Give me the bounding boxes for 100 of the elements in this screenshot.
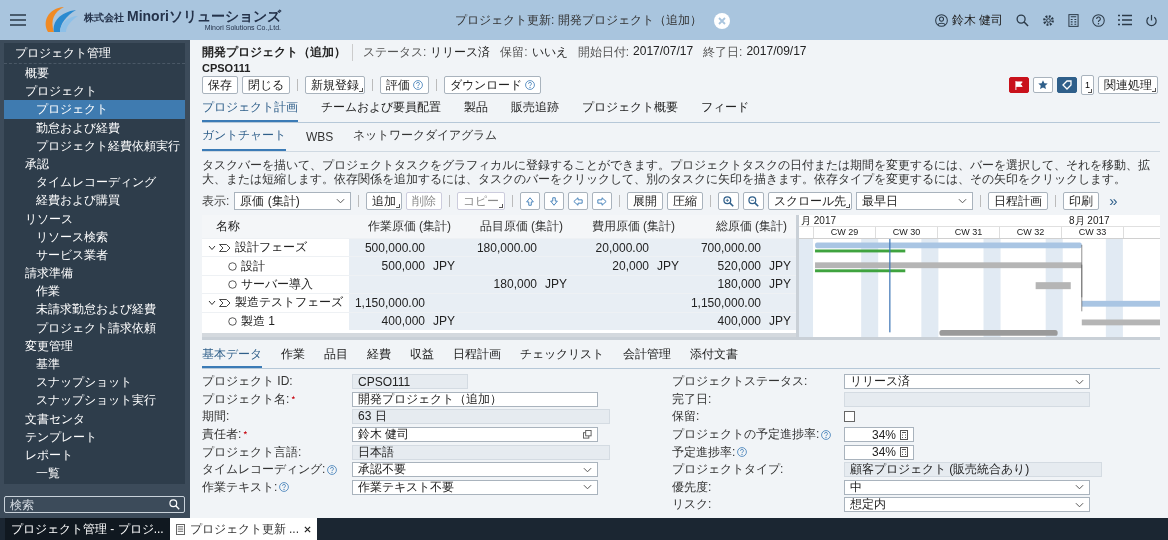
tab[interactable]: 経費 bbox=[367, 346, 391, 368]
gantt-drawing[interactable] bbox=[799, 239, 1160, 337]
user-name[interactable]: 鈴木 健司 bbox=[951, 11, 1003, 29]
select-field[interactable]: リリース済 bbox=[844, 374, 1090, 390]
search-field[interactable]: 検索 bbox=[4, 496, 185, 513]
toolbar-button[interactable]: 日程計画 bbox=[988, 192, 1049, 210]
sidebar-item[interactable]: スナップショット実行 bbox=[4, 391, 185, 410]
tab[interactable]: 収益 bbox=[410, 346, 434, 368]
tab[interactable]: 会計管理 bbox=[623, 346, 671, 368]
sub-tab[interactable]: WBS bbox=[306, 130, 334, 151]
taskbar-tab[interactable]: プロジェクト更新 ... bbox=[169, 518, 317, 540]
sidebar-item[interactable]: 経費および購買 bbox=[4, 191, 185, 210]
taskbar-tab[interactable]: プロジェクト管理 - プロジ... bbox=[5, 518, 170, 540]
zoom-in-button[interactable] bbox=[718, 192, 740, 210]
task-name[interactable]: 製造テストフェーズ bbox=[235, 294, 343, 312]
tab[interactable]: 販売追跡 bbox=[511, 99, 559, 122]
sidebar-item[interactable]: テンプレート bbox=[4, 427, 185, 446]
sidebar-item[interactable]: 概要 bbox=[4, 64, 185, 83]
sidebar-item[interactable]: リソース検索 bbox=[4, 227, 185, 246]
sidebar-item[interactable]: 勤怠および経費 bbox=[4, 118, 185, 137]
sidebar-item[interactable]: プロジェクト bbox=[4, 100, 185, 119]
sidebar-item[interactable]: スナップショット bbox=[4, 373, 185, 392]
select-field[interactable]: 中 bbox=[844, 479, 1090, 495]
help-icon[interactable] bbox=[327, 464, 338, 475]
help-icon[interactable] bbox=[413, 80, 423, 90]
task-name[interactable]: 設計フェーズ bbox=[235, 239, 307, 257]
sidebar-item[interactable]: プロジェクト経費依頼実行 bbox=[4, 136, 185, 155]
flag-button[interactable] bbox=[1009, 77, 1029, 93]
search-icon[interactable] bbox=[169, 499, 180, 510]
tab[interactable]: 日程計画 bbox=[453, 346, 501, 368]
calculator-icon[interactable] bbox=[1068, 13, 1079, 27]
view-dropdown[interactable]: 原価 (集計) bbox=[234, 192, 352, 210]
action-button[interactable]: 評価 bbox=[380, 76, 429, 94]
tab[interactable]: チームおよび要員配置 bbox=[321, 99, 441, 122]
toolbar-button[interactable]: 印刷 bbox=[1063, 192, 1100, 210]
sub-tab[interactable]: ネットワークダイアグラム bbox=[353, 127, 498, 151]
table-row[interactable]: 設計 500,000 JPY 20,000 JPY 520,000 JPY bbox=[202, 256, 796, 275]
toolbar-button[interactable]: スクロール先 bbox=[768, 192, 853, 210]
date-dropdown[interactable]: 最早日 bbox=[856, 192, 974, 210]
table-row[interactable]: 設計フェーズ 500,000.00 180,000.00 20,000.00 700,000.00 bbox=[202, 238, 796, 257]
menu-icon[interactable] bbox=[10, 14, 26, 26]
sidebar-item[interactable]: 承認 bbox=[4, 154, 185, 174]
tab[interactable]: フィード bbox=[701, 99, 749, 122]
toolbar-button[interactable]: 圧縮 bbox=[667, 192, 704, 210]
help-icon[interactable] bbox=[279, 482, 290, 493]
percent-field[interactable]: 34% bbox=[844, 427, 914, 443]
sidebar-item[interactable]: プロジェクト bbox=[4, 82, 185, 101]
sidebar-item[interactable]: 未請求勤怠および経費 bbox=[4, 300, 185, 319]
overlapping-squares-icon[interactable] bbox=[583, 430, 592, 440]
settings-icon[interactable] bbox=[1042, 13, 1055, 27]
select-field[interactable]: 作業テキスト不要 bbox=[352, 479, 598, 495]
sidebar-item[interactable]: 基準 bbox=[4, 355, 185, 374]
action-button[interactable]: 保存 bbox=[202, 76, 238, 94]
action-button[interactable]: ダウンロード bbox=[444, 76, 541, 94]
sidebar-item[interactable]: サービス業者 bbox=[4, 245, 185, 265]
search-icon[interactable] bbox=[1016, 13, 1029, 27]
related-button[interactable]: 関連処理 bbox=[1098, 76, 1158, 94]
sidebar-item[interactable]: レポート bbox=[4, 445, 185, 465]
tab[interactable]: 品目 bbox=[324, 346, 348, 368]
tab[interactable]: プロジェクト計画 bbox=[202, 99, 298, 122]
lookup-field[interactable]: 鈴木 健司 bbox=[352, 427, 598, 443]
select-field[interactable]: 承認不要 bbox=[352, 462, 598, 478]
sidebar-item[interactable]: 請求準備 bbox=[4, 264, 185, 283]
task-name[interactable]: サーバー導入 bbox=[241, 275, 313, 293]
sidebar-item[interactable]: 作業 bbox=[4, 282, 185, 301]
up-arrow-button[interactable] bbox=[520, 192, 541, 210]
tag-button[interactable] bbox=[1057, 77, 1077, 93]
action-button[interactable]: 新規登録 bbox=[305, 76, 365, 94]
sidebar-item[interactable]: 変更管理 bbox=[4, 336, 185, 355]
user-icon[interactable] bbox=[934, 13, 948, 27]
more-button[interactable]: » bbox=[1109, 194, 1118, 208]
tab[interactable]: 添付文書 bbox=[690, 346, 738, 368]
tab[interactable]: プロジェクト概要 bbox=[582, 99, 678, 122]
sidebar-item[interactable]: 一覧 bbox=[4, 464, 185, 483]
tab[interactable]: 基本データ bbox=[202, 346, 262, 368]
list-icon[interactable] bbox=[1118, 14, 1132, 26]
select-field[interactable]: 想定内 bbox=[844, 497, 1090, 513]
close-icon[interactable] bbox=[304, 525, 311, 533]
help-icon[interactable] bbox=[1092, 13, 1105, 27]
tab[interactable]: チェックリスト bbox=[520, 346, 604, 368]
toolbar-button[interactable]: 展開 bbox=[627, 192, 664, 210]
count-button[interactable]: 1 bbox=[1081, 75, 1094, 95]
caret-icon[interactable] bbox=[208, 244, 216, 251]
caret-icon[interactable] bbox=[208, 299, 216, 306]
power-icon[interactable] bbox=[1145, 13, 1158, 27]
action-button[interactable]: 閉じる bbox=[242, 76, 290, 94]
sidebar-item[interactable]: 文書センタ bbox=[4, 409, 185, 428]
task-name[interactable]: 製造 1 bbox=[241, 312, 275, 330]
help-icon[interactable] bbox=[821, 429, 832, 440]
down-arrow-button[interactable] bbox=[544, 192, 565, 210]
help-icon[interactable] bbox=[525, 80, 535, 90]
table-row[interactable]: 製造テストフェーズ 1,150,000.00 1,150,000.00 bbox=[202, 293, 796, 312]
calculator-icon[interactable] bbox=[900, 429, 908, 440]
input-field[interactable]: 開発プロジェクト（追加） bbox=[352, 391, 598, 407]
toolbar-button[interactable]: 追加 bbox=[366, 192, 403, 210]
sidebar-item[interactable]: リソース bbox=[4, 209, 185, 228]
sidebar-item[interactable]: プロジェクト請求依頼 bbox=[4, 318, 185, 337]
sub-tab[interactable]: ガントチャート bbox=[202, 127, 286, 151]
checkbox[interactable] bbox=[844, 411, 855, 423]
help-icon[interactable] bbox=[737, 447, 748, 458]
